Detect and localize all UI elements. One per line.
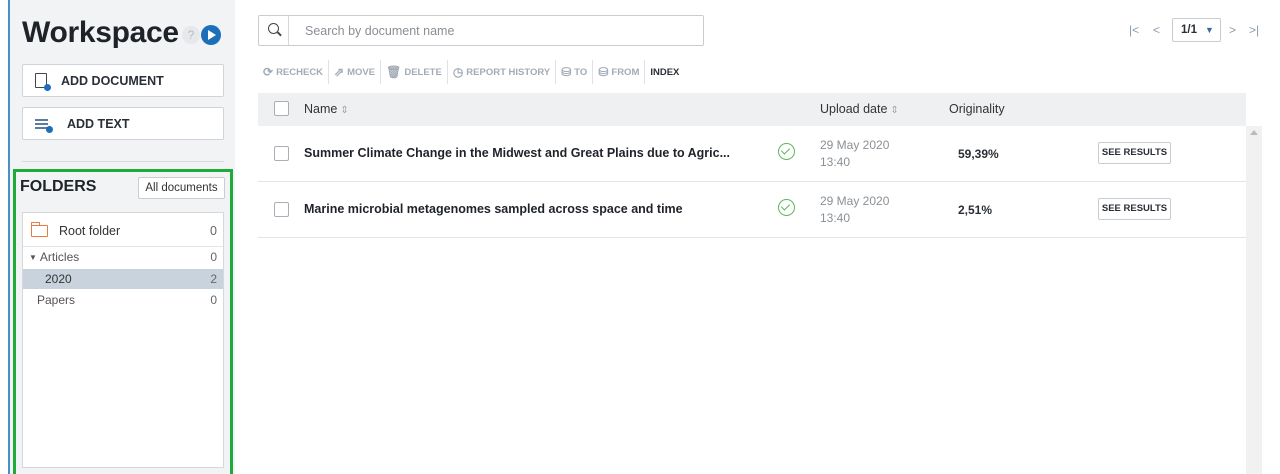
column-name-header[interactable]: Name ⇕ <box>304 102 349 116</box>
add-text-button[interactable]: ADD TEXT <box>22 107 224 140</box>
all-documents-button[interactable]: All documents <box>138 177 225 199</box>
table-row[interactable]: Summer Climate Change in the Midwest and… <box>258 126 1246 182</box>
column-originality-header: Originality <box>949 102 1005 116</box>
add-document-label: ADD DOCUMENT <box>61 73 164 88</box>
tree-item-count: 2 <box>210 272 217 286</box>
move-icon: ⇗ <box>334 65 345 79</box>
search-input[interactable] <box>305 23 685 38</box>
first-page-button[interactable]: |< <box>1129 18 1139 42</box>
delete-button[interactable]: 🗑 DELETE <box>381 60 448 84</box>
database-icon: ⛁ <box>561 65 572 79</box>
toolbar: ⟳ RECHECK ⇗ MOVE 🗑 DELETE ◷ REPORT HISTO… <box>258 60 684 84</box>
trash-icon: 🗑 <box>386 65 402 79</box>
sort-icon: ⇕ <box>890 105 899 116</box>
index-label: INDEX <box>650 66 680 78</box>
see-results-button[interactable]: SEE RESULTS <box>1098 142 1171 164</box>
to-index-button[interactable]: ⛁ TO <box>556 60 594 84</box>
chevron-down-icon: ▼ <box>1205 25 1214 35</box>
tree-item-articles[interactable]: ▼ Articles 0 <box>23 248 223 266</box>
page-select[interactable]: 1/1 ▼ <box>1172 18 1221 42</box>
tree-item-label: Articles <box>39 250 80 264</box>
search-icon[interactable] <box>259 16 289 45</box>
recheck-button[interactable]: ⟳ RECHECK <box>258 60 330 84</box>
move-button[interactable]: ⇗ MOVE <box>329 60 382 84</box>
upload-date-time: 13:40 <box>820 155 851 169</box>
column-upload-date-label: Upload date <box>820 102 888 116</box>
tree-item-label: 2020 <box>45 272 72 286</box>
folder-tree: Root folder 0 ▼ Articles 0 2020 2 Papers… <box>22 212 224 468</box>
scroll-up-icon[interactable] <box>1250 130 1258 135</box>
tree-item-papers[interactable]: Papers 0 <box>23 291 223 309</box>
prev-page-button[interactable]: < <box>1153 18 1160 42</box>
see-results-button[interactable]: SEE RESULTS <box>1098 198 1171 220</box>
report-history-button[interactable]: ◷ REPORT HISTORY <box>448 60 557 84</box>
add-document-button[interactable]: ADD DOCUMENT <box>22 64 224 97</box>
originality-value: 59,39% <box>958 147 999 161</box>
next-page-button[interactable]: > <box>1229 18 1236 42</box>
table-header: Name ⇕ Upload date ⇕ Originality <box>258 93 1246 126</box>
history-icon: ◷ <box>452 65 464 79</box>
folder-icon <box>30 222 48 237</box>
document-name[interactable]: Marine microbial metagenomes sampled acr… <box>304 202 769 216</box>
help-icon[interactable]: ? <box>182 26 200 44</box>
search-box <box>258 15 704 46</box>
add-text-label: ADD TEXT <box>67 116 130 131</box>
page-select-value: 1/1 <box>1181 24 1197 36</box>
refresh-icon: ⟳ <box>263 65 274 79</box>
scrollbar[interactable] <box>1246 126 1262 474</box>
folders-heading: FOLDERS <box>20 178 97 195</box>
upload-date-day: 29 May 2020 <box>820 138 890 152</box>
database-icon: ⛁ <box>598 65 609 79</box>
add-text-icon <box>35 115 53 133</box>
tree-item-count: 0 <box>210 224 217 238</box>
tree-item-root-folder[interactable]: Root folder 0 <box>23 221 223 241</box>
divider <box>22 161 224 162</box>
from-index-button[interactable]: ⛁ FROM <box>593 60 646 84</box>
check-circle-icon <box>778 143 795 160</box>
originality-value: 2,51% <box>958 203 993 217</box>
upload-date-time: 13:40 <box>820 211 851 225</box>
check-circle-icon <box>778 199 795 216</box>
chevron-down-icon[interactable]: ▼ <box>29 253 37 262</box>
last-page-button[interactable]: >| <box>1249 18 1259 42</box>
row-checkbox[interactable] <box>274 202 289 217</box>
divider <box>23 246 223 247</box>
tree-item-2020[interactable]: 2020 2 <box>23 269 223 289</box>
from-label: FROM <box>611 66 640 78</box>
upload-date: 29 May 2020 13:40 <box>820 193 889 227</box>
column-name-label: Name <box>304 102 338 116</box>
tree-item-label: Papers <box>37 293 76 307</box>
recheck-label: RECHECK <box>276 66 324 78</box>
report-history-label: REPORT HISTORY <box>466 66 551 78</box>
play-video-icon[interactable] <box>201 25 221 45</box>
move-label: MOVE <box>347 66 376 78</box>
delete-label: DELETE <box>404 66 442 78</box>
to-label: TO <box>574 66 588 78</box>
tree-item-count: 0 <box>210 293 217 307</box>
sort-icon: ⇕ <box>340 105 349 116</box>
tree-item-count: 0 <box>210 250 217 264</box>
column-upload-date-header[interactable]: Upload date ⇕ <box>820 102 899 116</box>
table-row[interactable]: Marine microbial metagenomes sampled acr… <box>258 182 1246 238</box>
page-title: Workspace <box>22 16 179 49</box>
document-name[interactable]: Summer Climate Change in the Midwest and… <box>304 146 769 160</box>
select-all-checkbox[interactable] <box>274 101 289 116</box>
row-checkbox[interactable] <box>274 146 289 161</box>
tree-item-label: Root folder <box>59 224 121 238</box>
upload-date: 29 May 2020 13:40 <box>820 137 889 171</box>
upload-date-day: 29 May 2020 <box>820 194 890 208</box>
add-document-icon <box>35 73 51 91</box>
